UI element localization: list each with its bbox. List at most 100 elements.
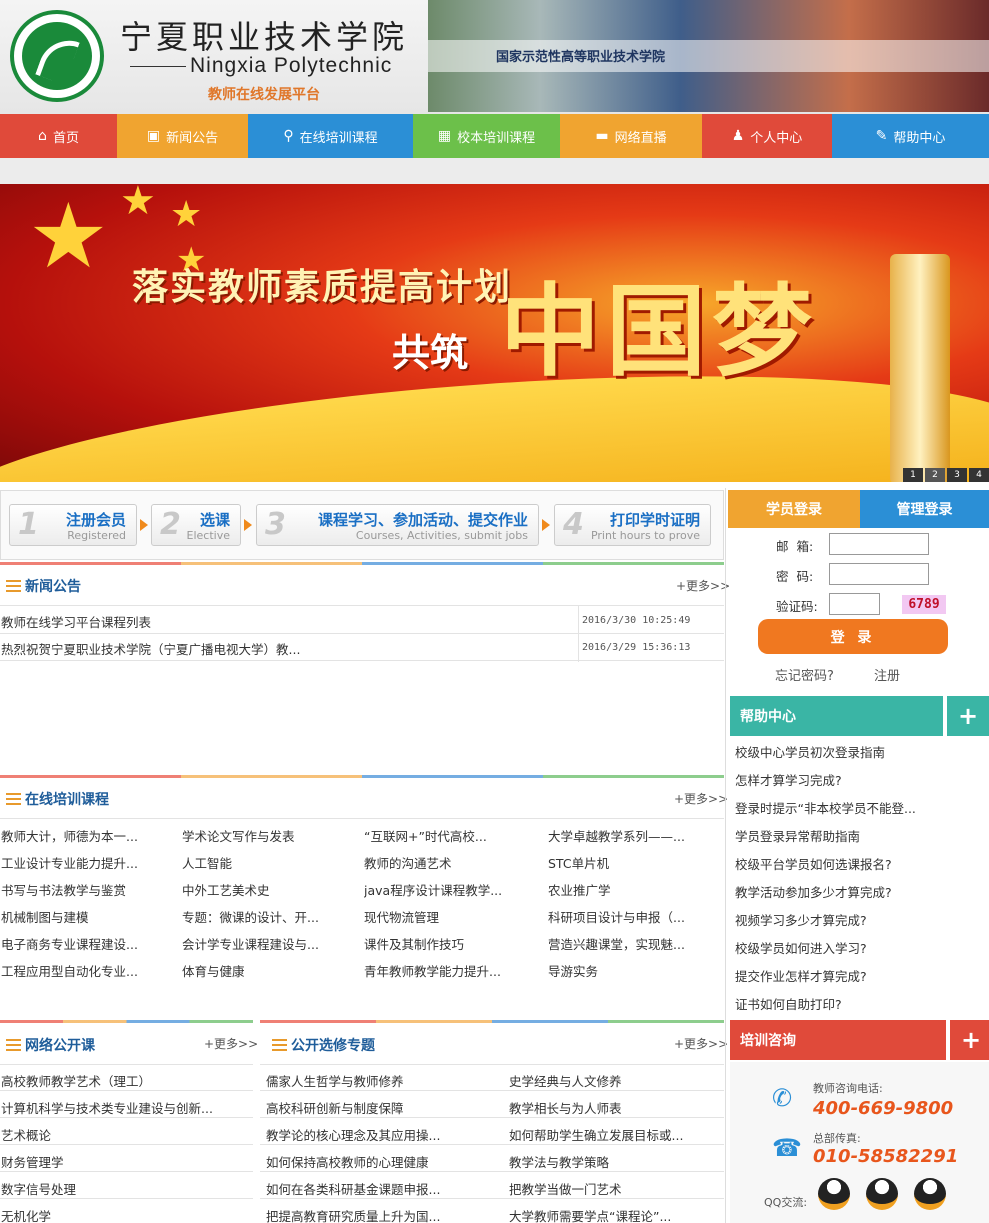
course-item[interactable]: 电子商务专业课程建设...: [1, 934, 171, 953]
elective-item[interactable]: 教学法与教学策略: [509, 1152, 721, 1171]
tab-student-login[interactable]: 学员登录: [728, 490, 860, 528]
arrow-icon: [542, 519, 550, 531]
register-link[interactable]: 注册: [874, 665, 900, 684]
step-print[interactable]: 4 打印学时证明 Print hours to prove: [554, 504, 711, 546]
course-item[interactable]: 人工智能: [182, 853, 352, 872]
step-study[interactable]: 3 课程学习、参加活动、提交作业 Courses, Activities, su…: [256, 504, 539, 546]
course-item[interactable]: 教师大计，师德为本一...: [1, 826, 171, 845]
course-item[interactable]: 工业设计专业能力提升...: [1, 853, 171, 872]
login-button[interactable]: 登 录: [758, 619, 948, 654]
pager-1[interactable]: 1: [903, 468, 923, 482]
news-more-link[interactable]: +更多>>: [676, 577, 730, 594]
step-elective[interactable]: 2 选课 Elective: [151, 504, 241, 546]
help-item[interactable]: 提交作业怎样才算完成?: [735, 966, 985, 985]
qq-icon[interactable]: [914, 1178, 946, 1210]
news-item[interactable]: 教师在线学习平台课程列表: [1, 612, 571, 631]
banner-line3: 中国梦: [500, 272, 818, 390]
course-item[interactable]: 体育与健康: [182, 961, 352, 980]
pager-2[interactable]: 2: [925, 468, 945, 482]
captcha-field[interactable]: [829, 593, 880, 615]
course-item[interactable]: 机械制图与建模: [1, 907, 171, 926]
help-item[interactable]: 视频学习多少才算完成?: [735, 910, 985, 929]
course-item[interactable]: 书写与书法教学与鉴赏: [1, 880, 171, 899]
open-course-item[interactable]: 财务管理学: [1, 1152, 251, 1171]
help-item[interactable]: 学员登录异常帮助指南: [735, 826, 985, 845]
nav-news[interactable]: ▣ 新闻公告: [117, 114, 248, 158]
open-course-item[interactable]: 计算机科学与技术类专业建设与创新...: [1, 1098, 251, 1117]
pager-4[interactable]: 4: [969, 468, 989, 482]
elective-item[interactable]: 儒家人生哲学与教师修养: [266, 1071, 498, 1090]
course-item[interactable]: 营造兴趣课堂，实现魅...: [548, 934, 718, 953]
help-item[interactable]: 教学活动参加多少才算完成?: [735, 882, 985, 901]
course-item[interactable]: 导游实务: [548, 961, 718, 980]
elective-item[interactable]: 如何在各类科研基金课题申报...: [266, 1179, 498, 1198]
elective-item[interactable]: 教学论的核心理念及其应用操...: [266, 1125, 498, 1144]
hero-banner[interactable]: ★ ★ ★ ★ 落实教师素质提高计划 共筑 中国梦: [0, 184, 989, 482]
nav-help[interactable]: ✎ 帮助中心: [832, 114, 989, 158]
open-course-item[interactable]: 艺术概论: [1, 1125, 251, 1144]
elective-item[interactable]: 高校科研创新与制度保障: [266, 1098, 498, 1117]
consult-expand-icon[interactable]: +: [950, 1020, 989, 1060]
course-item[interactable]: 课件及其制作技巧: [364, 934, 534, 953]
open-course-item[interactable]: 高校教师教学艺术（理工）: [1, 1071, 251, 1090]
help-item[interactable]: 校级学员如何进入学习?: [735, 938, 985, 957]
email-field[interactable]: [829, 533, 929, 555]
course-item[interactable]: 专题：微课的设计、开...: [182, 907, 352, 926]
elective-item[interactable]: 如何保持高校教师的心理健康: [266, 1152, 498, 1171]
course-item[interactable]: 农业推广学: [548, 880, 718, 899]
step-number: 2: [160, 507, 181, 542]
open-course-item[interactable]: 无机化学: [1, 1206, 251, 1223]
help-expand-icon[interactable]: +: [947, 696, 989, 736]
captcha-image[interactable]: 6789: [902, 595, 946, 614]
fax-icon: ☎: [772, 1134, 802, 1162]
course-item[interactable]: 会计学专业课程建设与...: [182, 934, 352, 953]
column-divider: [725, 488, 726, 1223]
course-item[interactable]: 科研项目设计与申报（...: [548, 907, 718, 926]
tab-admin-login[interactable]: 管理登录: [860, 490, 989, 528]
help-item[interactable]: 证书如何自助打印?: [735, 994, 985, 1013]
qq-icon[interactable]: [866, 1178, 898, 1210]
elective-item[interactable]: 教学相长与为人师表: [509, 1098, 721, 1117]
qq-icon[interactable]: [818, 1178, 850, 1210]
step-number: 3: [265, 507, 286, 542]
help-item[interactable]: 登录时提示“非本校学员不能登...: [735, 798, 985, 817]
elective-item[interactable]: 把提高教育研究质量上升为国...: [266, 1206, 498, 1223]
course-item[interactable]: 现代物流管理: [364, 907, 534, 926]
help-item[interactable]: 怎样才算学习完成?: [735, 770, 985, 789]
fax-number: 010-58582291: [813, 1146, 959, 1167]
news-item[interactable]: 热烈祝贺宁夏职业技术学院（宁夏广播电视大学）教...: [1, 639, 571, 658]
forgot-password-link[interactable]: 忘记密码?: [775, 665, 834, 684]
course-item[interactable]: 中外工艺美术史: [182, 880, 352, 899]
open-course-item[interactable]: 数字信号处理: [1, 1179, 251, 1198]
course-item[interactable]: “互联网+”时代高校...: [364, 826, 534, 845]
elective-item[interactable]: 史学经典与人文修养: [509, 1071, 721, 1090]
nav-school-courses[interactable]: ▦ 校本培训课程: [413, 114, 560, 158]
help-item[interactable]: 校级平台学员如何选课报名?: [735, 854, 985, 873]
course-item[interactable]: 学术论文写作与发表: [182, 826, 352, 845]
school-logo[interactable]: [10, 10, 104, 102]
elective-item[interactable]: 把教学当做一门艺术: [509, 1179, 721, 1198]
platform-name: 教师在线发展平台: [208, 87, 320, 103]
banner-line1: 落实教师素质提高计划: [132, 267, 513, 308]
elective-item[interactable]: 大学教师需要学点“课程论”...: [509, 1206, 721, 1223]
elective-item[interactable]: 如何帮助学生确立发展目标或...: [509, 1125, 721, 1144]
course-item[interactable]: 青年教师教学能力提升...: [364, 961, 534, 980]
nav-personal[interactable]: ♟ 个人中心: [702, 114, 832, 158]
nav-home[interactable]: ⌂ 首页: [0, 114, 117, 166]
nav-online-courses[interactable]: ⚲ 在线培训课程: [248, 114, 413, 158]
pager-3[interactable]: 3: [947, 468, 967, 482]
electives-more-link[interactable]: +更多>>: [674, 1035, 728, 1052]
password-field[interactable]: [829, 563, 929, 585]
course-item[interactable]: 工程应用型自动化专业...: [1, 961, 171, 980]
courses-more-link[interactable]: +更多>>: [674, 790, 728, 807]
step-register[interactable]: 1 注册会员 Registered: [9, 504, 137, 546]
nav-live[interactable]: ▬ 网络直播: [560, 114, 702, 158]
help-item[interactable]: 校级中心学员初次登录指南: [735, 742, 985, 761]
course-item[interactable]: 教师的沟通艺术: [364, 853, 534, 872]
course-item[interactable]: java程序设计课程教学...: [364, 880, 534, 899]
user-icon: ♟: [731, 128, 745, 144]
open-courses-more-link[interactable]: +更多>>: [204, 1035, 258, 1052]
course-item[interactable]: STC单片机: [548, 853, 718, 872]
course-item[interactable]: 大学卓越教学系列——...: [548, 826, 718, 845]
news-title: 新闻公告: [25, 579, 81, 595]
